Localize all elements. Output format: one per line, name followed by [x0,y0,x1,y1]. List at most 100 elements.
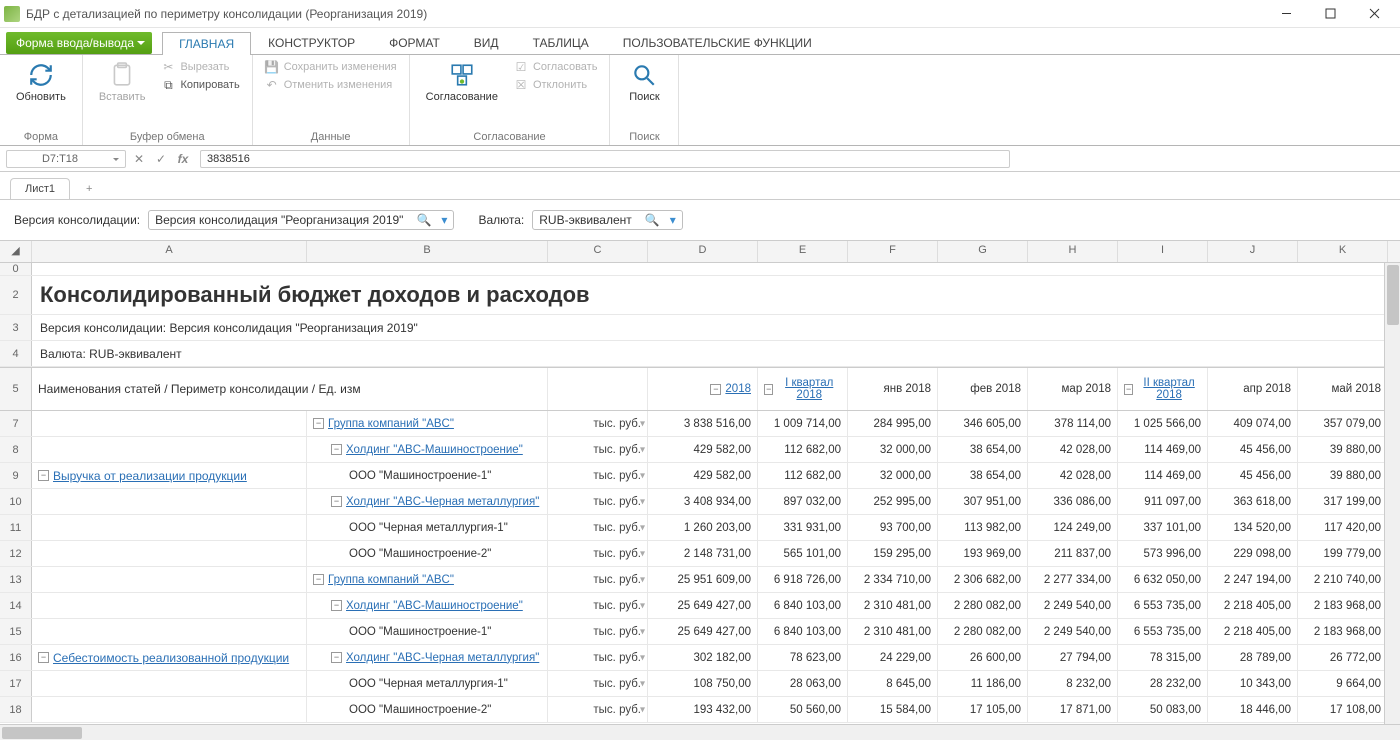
value-cell[interactable]: 134 520,00 [1208,515,1298,540]
value-cell[interactable]: 331 931,00 [758,515,848,540]
value-cell[interactable]: 573 996,00 [1118,541,1208,566]
value-cell[interactable]: 2 183 968,00 [1298,593,1388,618]
report-title[interactable]: Консолидированный бюджет доходов и расхо… [32,276,1400,314]
approve-button[interactable]: ☑Согласовать [512,59,599,75]
value-cell[interactable]: 3 838 516,00 [648,411,758,436]
tab-view[interactable]: ВИД [457,31,516,54]
collapse-icon[interactable]: − [331,652,342,663]
value-cell[interactable]: 42 028,00 [1028,463,1118,488]
value-cell[interactable]: 429 582,00 [648,463,758,488]
value-cell[interactable]: 112 682,00 [758,437,848,462]
value-cell[interactable]: 17 105,00 [938,697,1028,722]
tab-table[interactable]: ТАБЛИЦА [516,31,606,54]
col-header-g[interactable]: G [938,241,1028,262]
value-cell[interactable]: 32 000,00 [848,463,938,488]
filter-icon[interactable]: ▾ [640,652,645,663]
filter-icon[interactable]: ▾ [640,600,645,611]
entity-name[interactable]: −Холдинг "ABC-Черная металлургия" [307,645,548,670]
value-cell[interactable]: 252 995,00 [848,489,938,514]
tab-format[interactable]: ФОРМАТ [372,31,457,54]
cancel-formula-icon[interactable]: ✕ [130,150,148,168]
value-cell[interactable]: 32 000,00 [848,437,938,462]
value-cell[interactable]: 3 408 934,00 [648,489,758,514]
col-header-k[interactable]: K [1298,241,1388,262]
close-button[interactable] [1352,0,1396,28]
reject-button[interactable]: ☒Отклонить [512,77,599,93]
value-cell[interactable]: 9 664,00 [1298,671,1388,696]
value-cell[interactable]: 6 840 103,00 [758,619,848,644]
col-header-j[interactable]: J [1208,241,1298,262]
col-header-a[interactable]: A [32,241,307,262]
col-header-c[interactable]: C [548,241,648,262]
filter-icon[interactable]: ▾ [640,470,645,481]
report-subtitle-1[interactable]: Версия консолидации: Версия консолидация… [32,315,1400,340]
value-cell[interactable]: 6 553 735,00 [1118,593,1208,618]
save-changes-button[interactable]: 💾Сохранить изменения [263,59,399,75]
value-cell[interactable]: 337 101,00 [1118,515,1208,540]
copy-button[interactable]: ⧉Копировать [159,77,241,93]
value-cell[interactable]: 28 789,00 [1208,645,1298,670]
value-cell[interactable]: 336 086,00 [1028,489,1118,514]
period-q1[interactable]: −I квартал 2018 [758,368,848,410]
horizontal-scrollbar[interactable] [0,724,1400,740]
formula-input[interactable]: 3838516 [200,150,1010,168]
filter-icon[interactable]: ▾ [640,444,645,455]
value-cell[interactable]: 2 310 481,00 [848,593,938,618]
filter-icon[interactable]: ▾ [640,574,645,585]
scrollbar-thumb[interactable] [2,727,82,739]
filter-icon[interactable]: ▾ [640,678,645,689]
collapse-icon[interactable]: − [38,470,49,481]
entity-name[interactable]: −Холдинг "ABC-Машиностроение" [307,437,548,462]
entity-name[interactable]: ООО "Черная металлургия-1" [307,671,548,696]
unit-cell[interactable]: тыс. руб.▾ [548,619,648,644]
add-sheet-tab[interactable]: + [78,179,100,199]
row-index[interactable]: 7 [0,411,32,436]
value-cell[interactable]: 78 623,00 [758,645,848,670]
maximize-button[interactable] [1308,0,1352,28]
value-cell[interactable]: 2 310 481,00 [848,619,938,644]
value-cell[interactable]: 117 420,00 [1298,515,1388,540]
entity-name[interactable]: −Группа компаний "ABC" [307,567,548,592]
collapse-icon[interactable]: − [331,600,342,611]
collapse-icon[interactable]: − [331,496,342,507]
unit-cell[interactable]: тыс. руб.▾ [548,567,648,592]
entity-name[interactable]: ООО "Машиностроение-2" [307,541,548,566]
entity-name[interactable]: ООО "Черная металлургия-1" [307,515,548,540]
value-cell[interactable]: 1 025 566,00 [1118,411,1208,436]
value-cell[interactable]: 10 343,00 [1208,671,1298,696]
unit-cell[interactable]: тыс. руб.▾ [548,411,648,436]
col-header-f[interactable]: F [848,241,938,262]
entity-name[interactable]: −Холдинг "ABC-Машиностроение" [307,593,548,618]
value-cell[interactable]: 2 306 682,00 [938,567,1028,592]
value-cell[interactable]: 45 456,00 [1208,463,1298,488]
row-index[interactable]: 10 [0,489,32,514]
vertical-scrollbar[interactable] [1384,263,1400,724]
value-cell[interactable]: 18 446,00 [1208,697,1298,722]
entity-name[interactable]: ООО "Машиностроение-1" [307,619,548,644]
value-cell[interactable]: 2 247 194,00 [1208,567,1298,592]
value-cell[interactable]: 2 280 082,00 [938,593,1028,618]
value-cell[interactable]: 357 079,00 [1298,411,1388,436]
accept-formula-icon[interactable]: ✓ [152,150,170,168]
cancel-changes-button[interactable]: ↶Отменить изменения [263,77,399,93]
value-cell[interactable]: 45 456,00 [1208,437,1298,462]
value-cell[interactable]: 50 560,00 [758,697,848,722]
filter-icon[interactable]: ▾ [640,496,645,507]
value-cell[interactable]: 193 432,00 [648,697,758,722]
value-cell[interactable]: 112 682,00 [758,463,848,488]
period-q2[interactable]: −II квартал 2018 [1118,368,1208,410]
unit-cell[interactable]: тыс. руб.▾ [548,463,648,488]
collapse-icon[interactable]: − [313,418,324,429]
value-cell[interactable]: 26 772,00 [1298,645,1388,670]
sheet-tab-1[interactable]: Лист1 [10,178,70,199]
value-cell[interactable]: 8 232,00 [1028,671,1118,696]
unit-cell[interactable]: тыс. руб.▾ [548,671,648,696]
col-header-h[interactable]: H [1028,241,1118,262]
filter-icon[interactable]: ▾ [640,418,645,429]
value-cell[interactable]: 25 951 609,00 [648,567,758,592]
value-cell[interactable]: 78 315,00 [1118,645,1208,670]
value-cell[interactable]: 28 063,00 [758,671,848,696]
value-cell[interactable]: 114 469,00 [1118,437,1208,462]
value-cell[interactable]: 2 183 968,00 [1298,619,1388,644]
period-jan[interactable]: янв 2018 [848,368,938,410]
